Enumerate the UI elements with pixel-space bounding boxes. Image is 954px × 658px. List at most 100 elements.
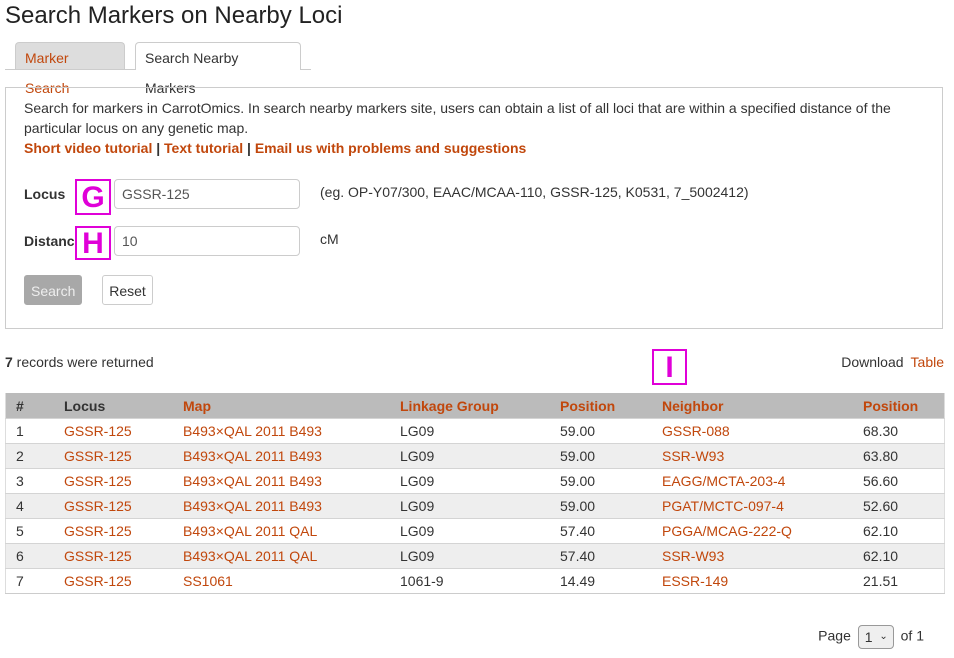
page-title: Search Markers on Nearby Loci xyxy=(5,2,343,29)
column-header-position[interactable]: Position xyxy=(560,393,662,419)
reset-button[interactable]: Reset xyxy=(102,275,153,305)
search-panel: Search for markers in CarrotOmics. In se… xyxy=(5,87,943,329)
pager-page-label: Page xyxy=(818,627,851,644)
cell-neighbor-link: EAGG/MCTA-203-4 xyxy=(662,468,863,494)
map-link[interactable]: B493×QAL 2011 B493 xyxy=(183,473,322,489)
cell-position: 57.40 xyxy=(560,543,662,569)
table-row: 5 GSSR-125 B493×QAL 2011 QAL LG09 57.40 PGGA/… xyxy=(5,518,945,544)
cell-neighbor-position: 21.51 xyxy=(863,568,945,594)
cell-map-link: B493×QAL 2011 B493 xyxy=(183,468,400,494)
locus-link[interactable]: GSSR-125 xyxy=(64,498,132,514)
page-select-value: 1 xyxy=(864,629,873,645)
cell-linkage-group: 1061-9 xyxy=(400,568,560,594)
download-table-link[interactable]: Table xyxy=(911,354,944,370)
table-row: 6 GSSR-125 B493×QAL 2011 QAL LG09 57.40 SSR-W… xyxy=(5,543,945,569)
cell-locus-link: GSSR-125 xyxy=(64,493,183,519)
tab-marker-search[interactable]: Marker Search xyxy=(15,42,125,96)
cell-neighbor-link: GSSR-088 xyxy=(662,418,863,444)
cell-linkage-group: LG09 xyxy=(400,418,560,444)
column-header-linkage-group[interactable]: Linkage Group xyxy=(400,393,560,419)
column-header-neighbor-position[interactable]: Position xyxy=(863,393,945,419)
cell-map-link: B493×QAL 2011 B493 xyxy=(183,418,400,444)
cell-neighbor-link: ESSR-149 xyxy=(662,568,863,594)
locus-link[interactable]: GSSR-125 xyxy=(64,573,132,589)
annotation-marker-h: H xyxy=(75,226,111,260)
column-header-locus: Locus xyxy=(64,393,183,419)
records-count-number: 7 xyxy=(5,354,13,370)
distance-unit: cM xyxy=(320,231,339,247)
chevron-down-icon: ⌄ xyxy=(879,631,888,642)
cell-neighbor-position: 52.60 xyxy=(863,493,945,519)
cell-neighbor-position: 62.10 xyxy=(863,543,945,569)
cell-position: 57.40 xyxy=(560,518,662,544)
email-link[interactable]: Email us with problems and suggestions xyxy=(255,140,527,156)
cell-locus-link: GSSR-125 xyxy=(64,518,183,544)
locus-link[interactable]: GSSR-125 xyxy=(64,548,132,564)
download-area: Download Table xyxy=(841,354,944,370)
search-button[interactable]: Search xyxy=(24,275,82,305)
column-header-neighbor[interactable]: Neighbor xyxy=(662,393,863,419)
cell-row-number: 7 xyxy=(5,568,64,594)
cell-locus-link: GSSR-125 xyxy=(64,568,183,594)
cell-neighbor-position: 68.30 xyxy=(863,418,945,444)
locus-link[interactable]: GSSR-125 xyxy=(64,523,132,539)
cell-row-number: 3 xyxy=(5,468,64,494)
annotation-marker-g: G xyxy=(75,179,111,215)
pager: Page 1 ⌄ of 1 xyxy=(818,625,924,649)
cell-position: 59.00 xyxy=(560,443,662,469)
cell-row-number: 1 xyxy=(5,418,64,444)
tab-search-nearby-markers[interactable]: Search Nearby Markers xyxy=(135,42,301,96)
map-link[interactable]: B493×QAL 2011 B493 xyxy=(183,498,322,514)
map-link[interactable]: SS1061 xyxy=(183,573,233,589)
annotation-marker-i: I xyxy=(652,349,687,385)
cell-row-number: 5 xyxy=(5,518,64,544)
cell-map-link: B493×QAL 2011 QAL xyxy=(183,543,400,569)
cell-row-number: 4 xyxy=(5,493,64,519)
neighbor-link[interactable]: ESSR-149 xyxy=(662,573,728,589)
cell-neighbor-position: 63.80 xyxy=(863,443,945,469)
table-header-row: # Locus Map Linkage Group Position Neigh… xyxy=(5,393,945,419)
cell-position: 59.00 xyxy=(560,418,662,444)
map-link[interactable]: B493×QAL 2011 B493 xyxy=(183,423,322,439)
neighbor-link[interactable]: GSSR-088 xyxy=(662,423,730,439)
map-link[interactable]: B493×QAL 2011 QAL xyxy=(183,548,317,564)
neighbor-link[interactable]: SSR-W93 xyxy=(662,548,724,564)
tab-bar: Marker Search Search Nearby Markers xyxy=(5,42,311,96)
neighbor-link[interactable]: SSR-W93 xyxy=(662,448,724,464)
table-row: 1 GSSR-125 B493×QAL 2011 B493 LG09 59.00 GSSR… xyxy=(5,418,945,444)
cell-locus-link: GSSR-125 xyxy=(64,418,183,444)
page-select[interactable]: 1 ⌄ xyxy=(857,625,894,649)
cell-neighbor-link: SSR-W93 xyxy=(662,443,863,469)
locus-hint: (eg. OP-Y07/300, EAAC/MCAA-110, GSSR-125… xyxy=(320,184,749,200)
cell-map-link: SS1061 xyxy=(183,568,400,594)
cell-map-link: B493×QAL 2011 B493 xyxy=(183,443,400,469)
video-tutorial-link[interactable]: Short video tutorial xyxy=(24,140,152,156)
distance-input[interactable]: 10 xyxy=(114,226,300,256)
cell-map-link: B493×QAL 2011 QAL xyxy=(183,518,400,544)
locus-link[interactable]: GSSR-125 xyxy=(64,448,132,464)
text-tutorial-link[interactable]: Text tutorial xyxy=(164,140,243,156)
cell-row-number: 2 xyxy=(5,443,64,469)
pager-of-label: of 1 xyxy=(900,627,924,644)
column-header-map[interactable]: Map xyxy=(183,393,400,419)
records-count: 7 records were returned xyxy=(5,354,154,370)
locus-link[interactable]: GSSR-125 xyxy=(64,473,132,489)
map-link[interactable]: B493×QAL 2011 QAL xyxy=(183,523,317,539)
neighbor-link[interactable]: PGAT/MCTC-097-4 xyxy=(662,498,784,514)
cell-neighbor-position: 56.60 xyxy=(863,468,945,494)
cell-linkage-group: LG09 xyxy=(400,518,560,544)
locus-link[interactable]: GSSR-125 xyxy=(64,423,132,439)
map-link[interactable]: B493×QAL 2011 B493 xyxy=(183,448,322,464)
cell-linkage-group: LG09 xyxy=(400,443,560,469)
table-row: 7 GSSR-125 SS1061 1061-9 14.49 ESSR-149 21.51 xyxy=(5,568,945,594)
table-row: 4 GSSR-125 B493×QAL 2011 B493 LG09 59.00 PGAT… xyxy=(5,493,945,519)
cell-locus-link: GSSR-125 xyxy=(64,468,183,494)
download-label: Download xyxy=(841,354,904,370)
locus-input[interactable]: GSSR-125 xyxy=(114,179,300,209)
neighbor-link[interactable]: PGGA/MCAG-222-Q xyxy=(662,523,792,539)
neighbor-link[interactable]: EAGG/MCTA-203-4 xyxy=(662,473,785,489)
column-header-number: # xyxy=(5,393,64,419)
cell-map-link: B493×QAL 2011 B493 xyxy=(183,493,400,519)
cell-neighbor-link: PGGA/MCAG-222-Q xyxy=(662,518,863,544)
link-separator: | xyxy=(247,140,251,156)
